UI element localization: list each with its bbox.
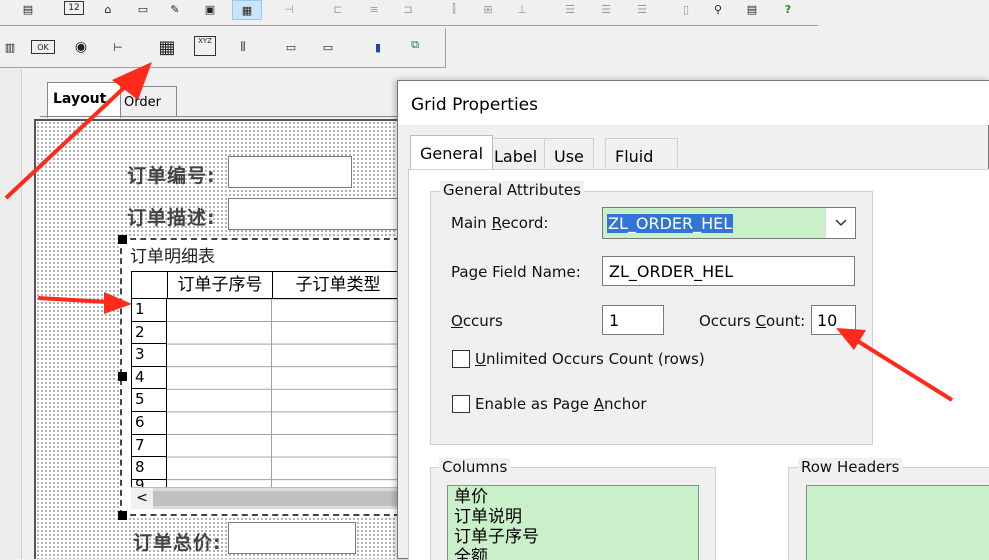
page-anchor-checkbox[interactable] (452, 395, 470, 413)
scroll-area-icon[interactable]: ⫼ (233, 38, 253, 56)
order-no-label: 订单编号: (127, 165, 216, 187)
find-icon[interactable]: ⚲ (708, 0, 728, 18)
list-item[interactable]: 订单说明 (454, 507, 692, 527)
order-no-field[interactable] (228, 156, 352, 188)
secondary-page-icon[interactable]: ▭ (318, 38, 338, 56)
order-total-field[interactable] (228, 522, 356, 554)
scroll-left-button[interactable]: < (131, 488, 153, 509)
radio-button-icon[interactable]: ◉ (71, 38, 91, 56)
size-equal-icon[interactable]: ☰ (632, 0, 652, 18)
align-left-icon[interactable]: ⊏ (328, 0, 348, 18)
list-item[interactable]: 单价 (454, 487, 692, 507)
space-horizontal-icon[interactable]: ☰ (560, 0, 580, 18)
help-icon[interactable]: ? (778, 0, 798, 18)
page-anchor-label[interactable]: Enable as Page Anchor (475, 395, 647, 413)
row-headers-list[interactable] (806, 485, 989, 560)
order-total-label: 订单总价: (133, 532, 222, 554)
tab-fluid[interactable]: Fluid (605, 138, 679, 168)
grid-body: 1 2 3 4 5 6 7 8 9 (131, 299, 402, 488)
grid-row-header: 7 (131, 434, 167, 458)
grid-hscrollbar[interactable]: < (131, 487, 402, 509)
grid-row-header: 6 (131, 412, 167, 435)
grid-row-header: 1 (131, 299, 167, 322)
unlimited-occurs-label[interactable]: Unlimited Occurs Count (rows) (475, 350, 705, 368)
align-center-icon[interactable]: ≡ (364, 0, 384, 18)
designer-left-gutter (0, 69, 22, 559)
long-edit-icon[interactable]: ▣ (200, 0, 220, 18)
toolbar-controls: ▥ OK ◉ ⊢ ▦ XYZ ⫼ ▭ ▭ ▮ ⧉ (0, 28, 446, 68)
grid-row-header: 2 (131, 321, 167, 345)
order-desc-field[interactable] (228, 198, 400, 230)
tab-layout[interactable]: Layout (47, 82, 121, 118)
number-field-icon[interactable]: 12 (64, 1, 84, 15)
grid-handle-tl[interactable] (118, 235, 127, 244)
occurs-input[interactable]: 1 (602, 305, 664, 335)
align-middle-icon[interactable]: ⊞ (478, 0, 498, 18)
page-field-name-label: Page Field Name: (451, 263, 581, 281)
grid-row-header: 3 (131, 344, 167, 367)
row-headers-legend: Row Headers (798, 458, 903, 476)
list-item[interactable]: 订单子序号 (454, 527, 692, 547)
edit-box-icon[interactable]: ✎ (165, 0, 185, 18)
grid-row-header: 5 (131, 389, 167, 412)
list-item[interactable]: 全额 (454, 547, 692, 560)
grid-row-header: 4 (131, 366, 167, 390)
align-tool-icon[interactable]: ⊣ (279, 0, 299, 18)
grid-header-row: 订单子序号 子订单类型 (131, 271, 402, 299)
grid-handle-ml[interactable] (118, 372, 127, 381)
main-record-label: Main Record: (451, 214, 549, 232)
grid-title: 订单明细表 (130, 247, 215, 267)
grid-corner-cell (132, 272, 168, 298)
image-icon[interactable]: ▭ (133, 0, 153, 18)
unlimited-occurs-checkbox[interactable] (452, 350, 470, 368)
select-tool-icon[interactable]: ▤ (18, 0, 38, 18)
grid-row-header: 8 (131, 457, 167, 480)
grid-col-header-1[interactable]: 订单子序号 (168, 272, 273, 298)
trash-icon[interactable]: ⌂ (98, 0, 118, 18)
space-vertical-icon[interactable]: ☰ (596, 0, 616, 18)
chevron-down-icon (834, 219, 847, 227)
columns-legend: Columns (439, 458, 511, 476)
tab-use[interactable]: Use (544, 138, 594, 168)
grid-properties-dialog: Grid Properties General Label Use Fluid … (397, 80, 989, 560)
align-bottom-icon[interactable]: ⊥ (512, 0, 532, 18)
main-record-select[interactable]: ZL_ORDER_HEL (602, 207, 856, 239)
align-right-icon[interactable]: ⊐ (398, 0, 418, 18)
grid-icon[interactable]: ▦ (157, 37, 177, 58)
subpage-icon[interactable]: ⧉ (405, 36, 425, 54)
general-attributes-legend: General Attributes (440, 181, 584, 199)
occurs-label: Occurs (451, 312, 503, 330)
tab-strip-line (40, 116, 400, 117)
grid-cells[interactable] (167, 299, 402, 487)
page-field-name-input[interactable]: ZL_ORDER_HEL (602, 256, 855, 286)
occurs-count-label: Occurs Count: (699, 312, 806, 330)
grid-col-header-2[interactable]: 子订单类型 (273, 272, 403, 298)
main-record-value: ZL_ORDER_HEL (607, 213, 734, 233)
frame-icon[interactable]: ▥ (0, 38, 20, 56)
grid-handle-bl[interactable] (118, 511, 127, 520)
columns-list[interactable]: 单价 订单说明 订单子序号 全额 (447, 485, 699, 560)
ok-button-icon[interactable]: OK (31, 40, 55, 54)
chart-box-icon[interactable]: XYZ (194, 36, 216, 56)
toolbar-top: ▤ 12 ⌂ ▭ ✎ ▣ ▦ ⊣ ⊏ ≡ ⊐ ⫿ ⊞ ⊥ ☰ ☰ ☰ ▯ ⚲ ▤… (0, 0, 818, 26)
grid-control[interactable]: 订单明细表 订单子序号 子订单类型 1 2 3 4 5 6 7 8 9 < (120, 238, 402, 516)
chart-icon[interactable]: ▮ (368, 38, 388, 56)
occurs-count-input[interactable]: 10 (811, 305, 856, 335)
page-icon[interactable]: ▯ (676, 0, 696, 18)
scroll-thumb[interactable] (153, 491, 402, 506)
tab-general[interactable]: General (410, 135, 494, 169)
main-record-dropdown[interactable] (825, 208, 855, 238)
group-box-icon[interactable]: ▭ (281, 38, 301, 56)
dialog-tabstrip: General Label Use Fluid (410, 135, 989, 170)
dialog-title: Grid Properties (411, 95, 538, 115)
dialog-titlebar[interactable]: Grid Properties (398, 81, 989, 125)
tab-order[interactable]: Order (121, 86, 177, 116)
grid-tool-icon[interactable]: ▦ (232, 0, 262, 20)
tab-label[interactable]: Label (484, 138, 548, 168)
order-desc-label: 订单描述: (127, 207, 216, 229)
align-top-icon[interactable]: ⫿ (444, 0, 464, 18)
properties-icon[interactable]: ▤ (742, 0, 762, 18)
tree-icon[interactable]: ⊢ (108, 38, 128, 56)
